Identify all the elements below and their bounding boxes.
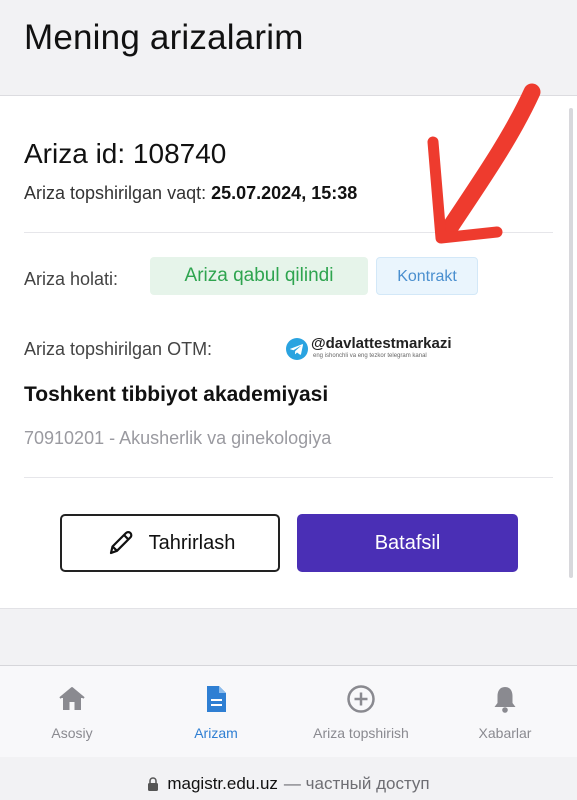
edit-button[interactable]: Tahrirlash xyxy=(60,514,280,572)
lock-icon xyxy=(148,777,159,791)
telegram-icon xyxy=(286,338,308,360)
document-icon xyxy=(207,686,226,712)
plus-circle-icon xyxy=(347,685,375,713)
browser-url-bar[interactable]: magistr.edu.uz — частный доступ xyxy=(0,757,577,800)
tab-label: Xabarlar xyxy=(478,725,532,741)
tab-asosiy[interactable]: Asosiy xyxy=(22,666,122,758)
application-card: Ariza id: 108740 Ariza topshirilgan vaqt… xyxy=(0,96,577,609)
pencil-icon xyxy=(109,531,133,555)
bell-icon xyxy=(494,687,516,713)
status-badge: Ariza qabul qilindi xyxy=(150,257,368,295)
page-header: Mening arizalarim xyxy=(0,0,577,96)
details-button-label: Batafsil xyxy=(374,531,441,554)
watermark-subtitle: eng ishonchli va eng tezkor telegram kan… xyxy=(313,353,427,359)
edit-button-label: Tahrirlash xyxy=(148,531,236,554)
tab-label: Arizam xyxy=(194,725,238,741)
tab-ariza-topshirish[interactable]: Ariza topshirish xyxy=(296,666,426,758)
divider xyxy=(24,477,553,478)
watermark-handle: @davlattestmarkazi xyxy=(311,335,452,352)
tab-label: Asosiy xyxy=(51,725,93,741)
telegram-watermark: @davlattestmarkazi eng ishonchli va eng … xyxy=(286,335,476,366)
tab-label: Ariza topshirish xyxy=(313,725,409,741)
page-title: Mening arizalarim xyxy=(24,18,304,57)
url-domain: magistr.edu.uz xyxy=(167,774,278,793)
tab-xabarlar[interactable]: Xabarlar xyxy=(455,666,555,758)
submission-date-row: Ariza topshirilgan vaqt: 25.07.2024, 15:… xyxy=(24,183,357,204)
contract-badge: Kontrakt xyxy=(376,257,478,295)
submission-date-value: 25.07.2024, 15:38 xyxy=(211,183,358,203)
details-button[interactable]: Batafsil xyxy=(297,514,518,572)
specialty-text: 70910201 - Akusherlik va ginekologiya xyxy=(24,428,332,448)
bottom-tab-bar: Asosiy Arizam Ariza topshirish Xabarlar xyxy=(0,665,577,758)
submission-date-label: Ariza topshirilgan vaqt: xyxy=(24,183,207,203)
home-icon xyxy=(59,687,85,710)
private-access-note: — частный доступ xyxy=(283,774,430,793)
university-name: Toshkent tibbiyot akademiyasi xyxy=(24,383,329,406)
tab-arizam[interactable]: Arizam xyxy=(166,666,266,758)
university-label: Ariza topshirilgan OTM: xyxy=(24,339,213,359)
url-display: magistr.edu.uz — частный доступ xyxy=(0,774,577,794)
application-id: Ariza id: 108740 xyxy=(24,138,227,169)
scrollbar[interactable] xyxy=(569,108,573,578)
status-label: Ariza holati: xyxy=(24,269,119,289)
divider xyxy=(24,232,553,233)
